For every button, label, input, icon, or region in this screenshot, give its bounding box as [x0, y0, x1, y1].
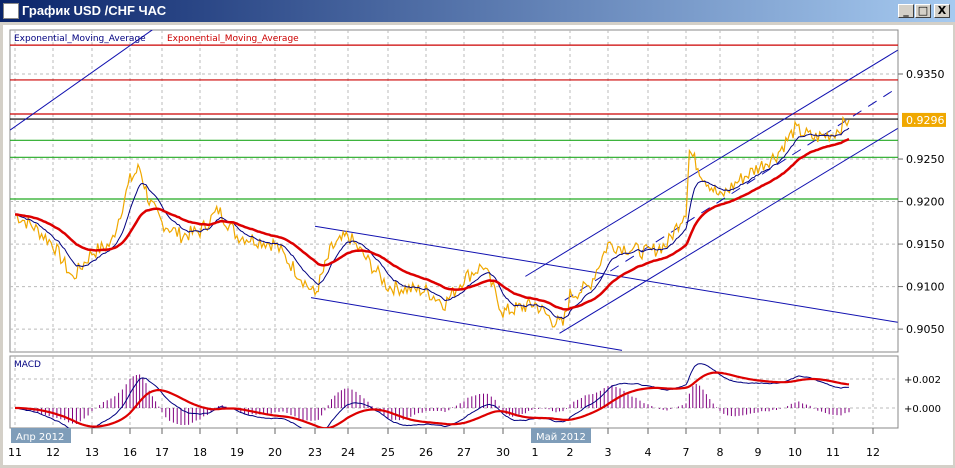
x-tick-label: 13 [85, 446, 99, 459]
x-tick-label: 23 [308, 446, 322, 459]
x-tick-label: 3 [605, 446, 612, 459]
legend-ema-slow: Exponential_Moving_Average [167, 34, 299, 44]
y-tick-label: 0.9050 [906, 323, 945, 336]
y-tick-label: 0.9250 [906, 153, 945, 166]
x-tick-label: 24 [341, 446, 355, 459]
x-tick-label: 9 [755, 446, 762, 459]
x-tick-label: 17 [155, 446, 169, 459]
x-tick-label: 30 [496, 446, 510, 459]
x-tick-label: 18 [193, 446, 207, 459]
x-tick-label: 27 [457, 446, 471, 459]
x-tick-label: 12 [46, 446, 60, 459]
month-label: Май 2012 [536, 432, 586, 443]
x-tick-label: 11 [8, 446, 22, 459]
x-tick-label: 20 [268, 446, 282, 459]
month-label: Апр 2012 [16, 432, 64, 443]
y-tick-label: 0.9350 [906, 68, 945, 81]
x-tick-label: 25 [381, 446, 395, 459]
x-tick-label: 11 [826, 446, 840, 459]
macd-title: MACD [14, 360, 41, 370]
y-tick-label: 0.9100 [906, 281, 945, 294]
x-tick-label: 19 [230, 446, 244, 459]
price-chart[interactable]: 11 12 13 16 17 18 19 20 23 24 25 26 27 30 1 2 3 4 7 8 9 10 11 1… [0, 0, 955, 468]
x-tick-label: 12 [866, 446, 880, 459]
x-tick-label: 10 [788, 446, 802, 459]
y-tick-label: 0.9150 [906, 238, 945, 251]
price-panel [9, 29, 899, 353]
x-tick-label: 8 [717, 446, 724, 459]
current-price-label: 0.9296 [906, 114, 945, 127]
y-tick-label: 0.9200 [906, 196, 945, 209]
legend-ema-fast: Exponential_Moving_Average [14, 34, 146, 44]
macd-y-tick-label: +0.002 [904, 375, 941, 386]
x-tick-label: 7 [683, 446, 690, 459]
x-tick-label: 16 [123, 446, 137, 459]
x-tick-label: 4 [645, 446, 652, 459]
x-tick-label: 2 [567, 446, 574, 459]
x-tick-label: 26 [419, 446, 433, 459]
x-tick-label: 1 [532, 446, 539, 459]
macd-y-tick-label: +0.000 [904, 404, 941, 415]
